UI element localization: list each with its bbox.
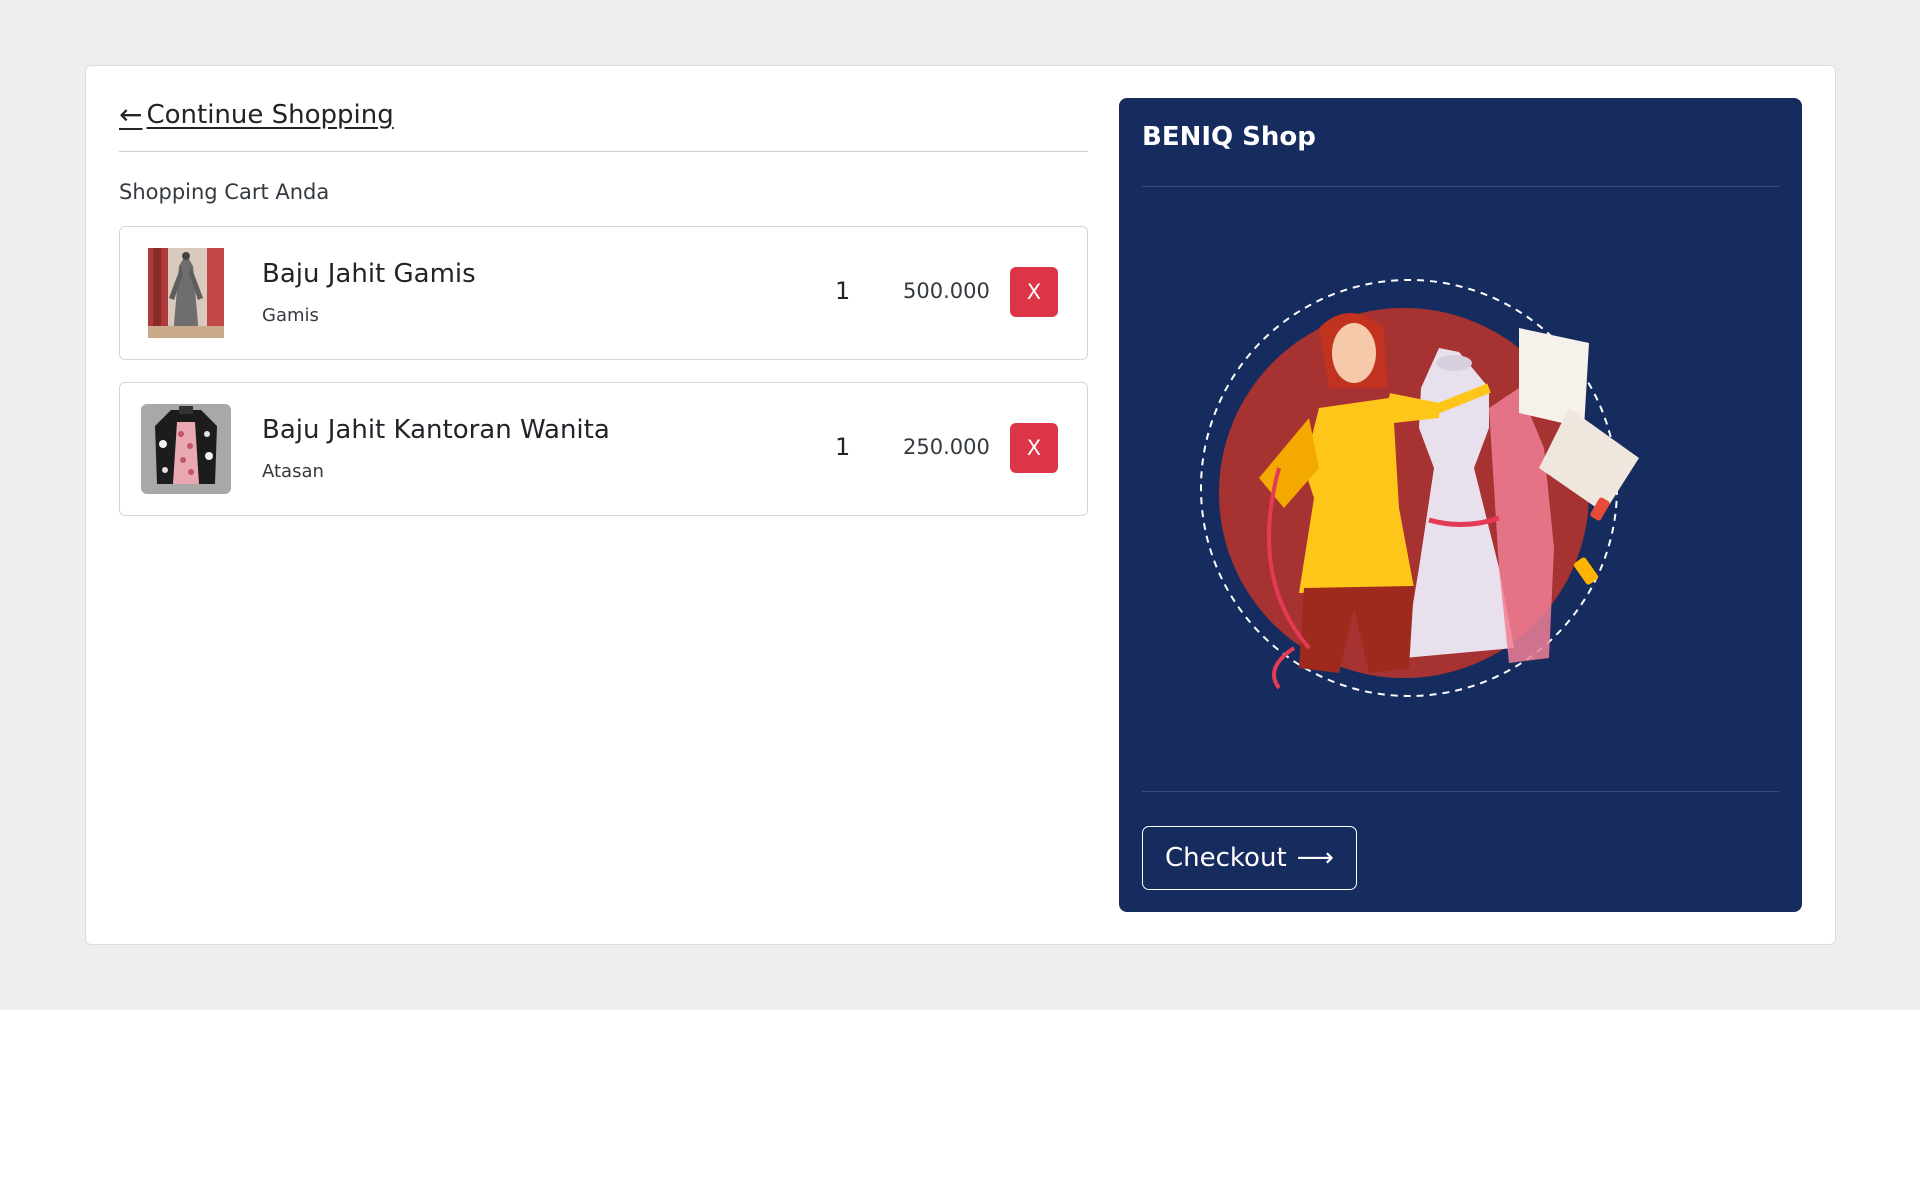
cart-item: Baju Jahit Gamis Gamis 1 500.000 X <box>119 226 1088 360</box>
product-name[interactable]: Baju Jahit Kantoran Wanita <box>262 415 610 445</box>
checkout-label: Checkout <box>1165 843 1287 873</box>
checkout-button[interactable]: Checkout ⟶ <box>1142 826 1357 890</box>
tailor-illustration <box>1200 279 1639 697</box>
continue-shopping-label: Continue Shopping <box>146 99 394 130</box>
divider <box>1142 186 1779 187</box>
remove-item-button[interactable]: X <box>1010 423 1058 473</box>
product-price: 250.000 <box>903 435 990 459</box>
product-quantity: 1 <box>835 433 851 461</box>
product-image-gamis <box>141 248 231 338</box>
divider <box>119 151 1088 152</box>
divider <box>1142 791 1779 792</box>
shop-title: BENIQ Shop <box>1142 122 1316 152</box>
continue-shopping-link[interactable]: ← Continue Shopping <box>119 98 394 131</box>
cart-title: Shopping Cart Anda <box>119 180 330 204</box>
product-category: Gamis <box>262 305 319 326</box>
summary-panel: BENIQ Shop Checkout ⟶ <box>1119 98 1802 912</box>
product-category: Atasan <box>262 461 324 482</box>
product-quantity: 1 <box>835 277 851 305</box>
remove-item-button[interactable]: X <box>1010 267 1058 317</box>
cart-card: ← Continue Shopping Shopping Cart Anda B… <box>85 65 1836 945</box>
product-price: 500.000 <box>903 279 990 303</box>
cart-section: ← Continue Shopping Shopping Cart Anda B… <box>119 98 1088 516</box>
arrow-left-icon: ← <box>119 98 143 131</box>
product-name[interactable]: Baju Jahit Gamis <box>262 259 476 289</box>
cart-item: Baju Jahit Kantoran Wanita Atasan 1 250.… <box>119 382 1088 516</box>
product-image-kantoran <box>141 404 231 494</box>
arrow-right-icon: ⟶ <box>1296 843 1334 873</box>
